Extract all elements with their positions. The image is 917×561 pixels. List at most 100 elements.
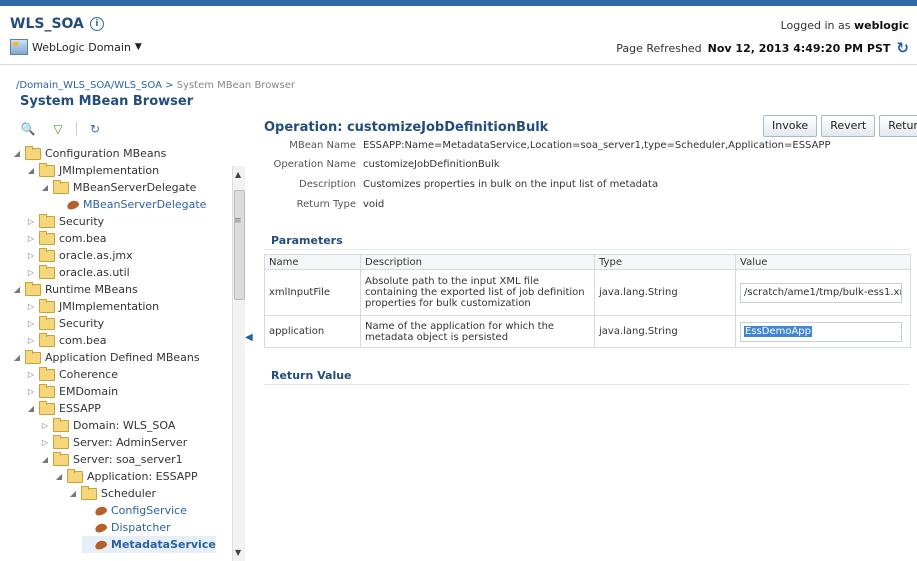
expanded-icon[interactable]: ◢ xyxy=(54,468,64,485)
return-button[interactable]: Return xyxy=(879,115,917,137)
folder-icon xyxy=(39,332,55,347)
folder-icon xyxy=(53,451,69,466)
tree-item-mbean[interactable]: MetadataService xyxy=(82,536,216,553)
tree-item-folder[interactable]: ▷ Domain: WLS_SOA xyxy=(40,417,175,434)
collapsed-icon[interactable]: ▷ xyxy=(26,332,36,349)
return-value-heading: Return Value xyxy=(271,369,352,382)
breadcrumb-link[interactable]: /Domain_WLS_SOA/WLS_SOA xyxy=(16,80,162,91)
expanded-icon[interactable]: ◢ xyxy=(12,281,22,298)
tree-item-folder[interactable]: ▷ com.bea xyxy=(26,332,106,349)
param-value-cell: /scratch/ame1/tmp/bulk-ess1.xml xyxy=(735,269,911,316)
collapsed-icon[interactable]: ▷ xyxy=(26,230,36,247)
tree-item-folder[interactable]: ◢ Application Defined MBeans xyxy=(12,349,200,366)
tree-item-mbean[interactable]: MBeanServerDelegate xyxy=(54,196,206,213)
expanded-icon[interactable]: ◢ xyxy=(12,145,22,162)
collapsed-icon[interactable]: ▷ xyxy=(26,264,36,281)
tree-item-folder[interactable]: ▷ oracle.as.jmx xyxy=(26,247,133,264)
tree-item-label: JMImplementation xyxy=(59,300,160,313)
filter-icon[interactable]: ▽ xyxy=(50,122,66,136)
table-header-row: Name Description Type Value xyxy=(264,254,911,270)
tree-item-folder[interactable]: ▷ com.bea xyxy=(26,230,106,247)
tree-item-mbean[interactable]: ConfigService xyxy=(82,502,187,519)
tree-item-folder[interactable]: ◢ Configuration MBeans xyxy=(12,145,166,162)
column-header-type: Type xyxy=(594,254,736,270)
collapsed-icon[interactable]: ▷ xyxy=(26,247,36,264)
folder-icon xyxy=(39,264,55,279)
tree-item-folder[interactable]: ◢ ESSAPP xyxy=(26,400,101,417)
param-type: java.lang.String xyxy=(594,269,736,316)
collapsed-icon[interactable]: ▷ xyxy=(26,366,36,383)
expanded-icon[interactable]: ◢ xyxy=(26,162,36,179)
folder-icon xyxy=(39,400,55,415)
tree-item-folder[interactable]: ▷ Security xyxy=(26,213,104,230)
tree-item-folder[interactable]: ◢ Scheduler xyxy=(68,485,156,502)
tree-item-label: com.bea xyxy=(59,232,107,245)
tree-item-folder[interactable]: ◢ JMImplementation xyxy=(26,162,159,179)
param-type: java.lang.String xyxy=(594,315,736,348)
toolbar-divider xyxy=(76,122,77,136)
grip-icon: ≡ xyxy=(234,216,242,226)
info-icon[interactable]: i xyxy=(89,17,104,31)
folder-icon xyxy=(25,281,41,296)
collapsed-icon[interactable]: ▷ xyxy=(26,213,36,230)
folder-icon xyxy=(39,298,55,313)
tree-item-folder[interactable]: ▷ Coherence xyxy=(26,366,118,383)
param-name: application xyxy=(264,315,361,348)
logged-in-prefix: Logged in as xyxy=(780,19,851,32)
revert-button[interactable]: Revert xyxy=(821,115,876,137)
table-row: application Name of the application for … xyxy=(264,315,911,348)
chevron-down-icon: ▼ xyxy=(134,42,142,52)
collapsed-icon[interactable]: ▷ xyxy=(26,383,36,400)
tree-item-label: Scheduler xyxy=(101,487,157,500)
weblogic-domain-menu[interactable]: WebLogic Domain ▼ xyxy=(10,39,142,55)
collapsed-icon[interactable]: ▷ xyxy=(40,434,50,451)
collapsed-icon[interactable]: ▷ xyxy=(40,417,50,434)
application-field[interactable]: EssDemoApp xyxy=(740,321,902,342)
folder-icon xyxy=(53,417,69,432)
tree-item-folder[interactable]: ▷ Security xyxy=(26,315,104,332)
refresh-icon[interactable]: ↻ xyxy=(896,39,909,57)
app-title-text: WLS_SOA xyxy=(10,16,84,32)
tree-item-label: Domain: WLS_SOA xyxy=(73,419,176,432)
tree-item-folder[interactable]: ▷ oracle.as.util xyxy=(26,264,130,281)
binoculars-icon[interactable]: 🔍 xyxy=(20,122,36,136)
tree-item-label: ESSAPP xyxy=(59,402,101,415)
tree-item-mbean[interactable]: Dispatcher xyxy=(82,519,171,536)
invoke-button[interactable]: Invoke xyxy=(763,115,818,137)
expanded-icon[interactable]: ◢ xyxy=(40,451,50,468)
tree-item-label: Coherence xyxy=(59,368,118,381)
table-row: xmlInputFile Absolute path to the input … xyxy=(264,269,911,316)
xml-input-file-field[interactable]: /scratch/ame1/tmp/bulk-ess1.xml xyxy=(740,282,902,303)
collapsed-icon[interactable]: ▷ xyxy=(26,315,36,332)
pane-splitter[interactable]: ◀ xyxy=(244,142,256,561)
app-title: WLS_SOA i xyxy=(10,16,104,32)
expanded-icon[interactable]: ◢ xyxy=(26,400,36,417)
folder-icon xyxy=(81,485,97,500)
mbean-tree: ◢ Configuration MBeans ◢ JMImplementation ◢ M… xyxy=(12,142,232,561)
tree-item-label: Security xyxy=(59,215,105,228)
collapsed-icon[interactable]: ▷ xyxy=(26,298,36,315)
tree-item-label: Application Defined MBeans xyxy=(45,351,200,364)
param-description: Absolute path to the input XML file cont… xyxy=(360,269,595,316)
refresh-tree-icon[interactable]: ↻ xyxy=(87,122,103,136)
mbean-icon xyxy=(93,521,109,534)
description-value: Customizes properties in bulk on the inp… xyxy=(363,179,659,190)
tree-item-folder[interactable]: ▷ Server: AdminServer xyxy=(40,434,187,451)
tree-item-folder[interactable]: ◢ Server: soa_server1 xyxy=(40,451,183,468)
domain-menu-label: WebLogic Domain xyxy=(32,40,131,54)
collapse-left-icon[interactable]: ◀ xyxy=(245,332,253,343)
tree-item-folder[interactable]: ◢ Application: ESSAPP xyxy=(54,468,198,485)
expanded-icon[interactable]: ◢ xyxy=(40,179,50,196)
tree-item-folder[interactable]: ◢ MBeanServerDelegate xyxy=(40,179,196,196)
return-type-value: void xyxy=(363,199,385,210)
tree-item-folder[interactable]: ◢ Runtime MBeans xyxy=(12,281,138,298)
logged-in-user: weblogic xyxy=(854,19,909,32)
tree-item-folder[interactable]: ▷ EMDomain xyxy=(26,383,118,400)
scroll-down-icon[interactable]: ▼ xyxy=(235,548,241,557)
scroll-up-icon[interactable]: ▲ xyxy=(235,170,241,179)
param-value-cell: EssDemoApp xyxy=(735,315,911,348)
operation-name-value: customizeJobDefinitionBulk xyxy=(363,159,500,170)
tree-item-folder[interactable]: ▷ JMImplementation xyxy=(26,298,159,315)
expanded-icon[interactable]: ◢ xyxy=(12,349,22,366)
expanded-icon[interactable]: ◢ xyxy=(68,485,78,502)
